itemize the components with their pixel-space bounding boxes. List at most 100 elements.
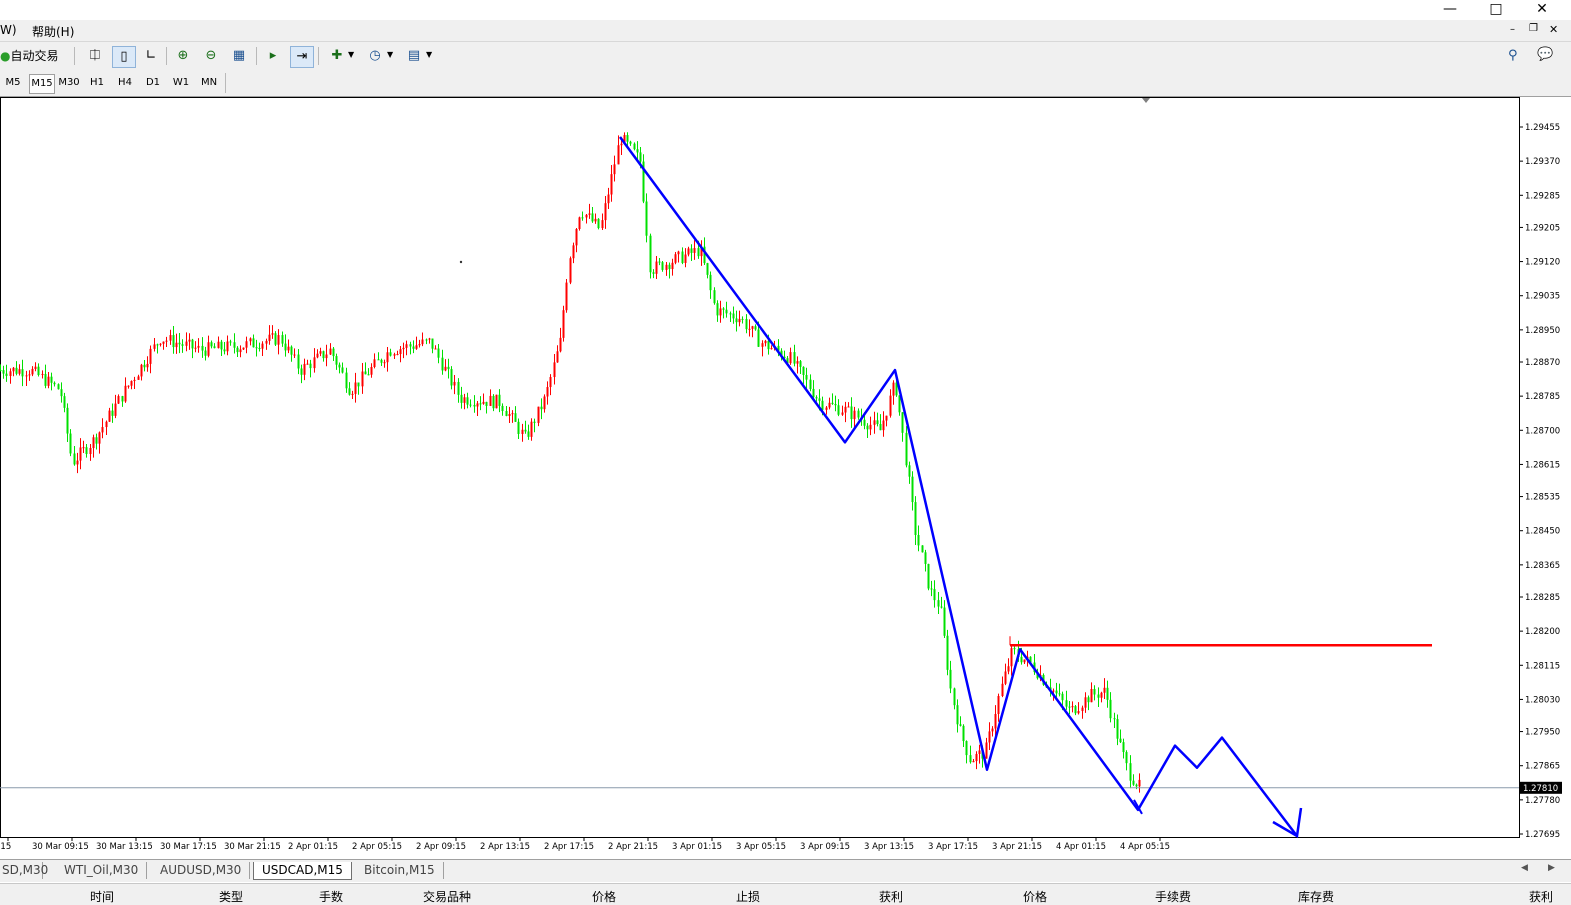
col-lots[interactable]: 手数 (319, 888, 343, 905)
chevron-down-icon[interactable]: ▼ (426, 50, 432, 59)
candle-body (636, 149, 639, 153)
col-take-profit[interactable]: 获利 (879, 888, 903, 905)
search-icon[interactable]: ⚲ (1508, 48, 1518, 63)
candle-body (953, 688, 956, 706)
candle-body (677, 251, 680, 255)
tab-bitcoin-m15[interactable]: Bitcoin,M15 (356, 862, 444, 879)
candle-body (722, 308, 725, 310)
candle-body (1090, 689, 1093, 703)
col-symbol[interactable]: 交易品种 (423, 888, 471, 905)
col-type[interactable]: 类型 (219, 888, 243, 905)
candle-body (863, 419, 866, 426)
col-price[interactable]: 价格 (592, 888, 616, 905)
candle-body (25, 375, 28, 377)
close-button[interactable]: ✕ (1522, 0, 1562, 20)
candle-body (501, 405, 504, 411)
col-stop-loss[interactable]: 止损 (736, 888, 760, 905)
candle-body (245, 341, 248, 348)
child-close-icon[interactable]: ✕ (1549, 23, 1558, 36)
maximize-button[interactable]: □ (1476, 0, 1516, 20)
x-tick-label: 2 Apr 13:15 (480, 842, 530, 852)
tab-sd-m30[interactable]: SD,M30 (0, 862, 48, 879)
candle-body (917, 534, 920, 546)
candle-body (418, 344, 421, 346)
candle-body (844, 406, 847, 413)
candle-body (585, 214, 588, 218)
candle-body (796, 361, 799, 364)
menu-item-help[interactable]: 帮助(H) (32, 23, 74, 40)
menu-item-window[interactable]: W) (0, 23, 17, 37)
tf-m30[interactable]: M30 (56, 74, 82, 92)
tf-h4[interactable]: H4 (112, 74, 138, 92)
y-tick-label: 1.29370 (1525, 157, 1560, 167)
candle-body (937, 600, 940, 607)
candle-body (293, 354, 296, 356)
candle-body (572, 245, 575, 259)
chart-canvas[interactable]: 1.29455 1.29370 1.29285 1.29205 1.29120 1.290… (0, 97, 1571, 859)
tf-m15[interactable]: M15 (29, 74, 55, 94)
chevron-down-icon[interactable]: ▼ (348, 50, 354, 59)
candle-body (133, 379, 136, 382)
candle-body (402, 347, 405, 350)
periods-clock-icon[interactable]: ◷ (364, 46, 386, 66)
tf-mn[interactable]: MN (196, 74, 222, 92)
zoom-in-icon[interactable]: ⊕ (172, 46, 194, 66)
autotrade-button[interactable]: ●自动交易 (0, 46, 70, 66)
candle-body (149, 348, 152, 364)
price-chart[interactable]: 1.29455 1.29370 1.29285 1.29205 1.29120 1.290… (0, 97, 1571, 859)
col-profit[interactable]: 获利 (1529, 888, 1553, 905)
candlestick-chart-icon[interactable]: ▯ (112, 46, 136, 68)
zoom-out-icon[interactable]: ⊖ (200, 46, 222, 66)
col-time[interactable]: 时间 (90, 888, 114, 905)
current-price-label: 1.27810 (1523, 784, 1558, 794)
x-tick-label: 2 Apr 09:15 (416, 842, 466, 852)
minimize-button[interactable]: — (1430, 0, 1470, 20)
tf-m5[interactable]: M5 (0, 74, 26, 92)
tab-wti-oil-m30[interactable]: WTI_Oil,M30 (56, 862, 148, 879)
tab-audusd-m30[interactable]: AUDUSD,M30 (152, 862, 251, 879)
candle-body (185, 341, 188, 346)
chevron-down-icon[interactable]: ▼ (387, 50, 393, 59)
tf-h1[interactable]: H1 (84, 74, 110, 92)
y-tick-label: 1.28950 (1525, 326, 1560, 336)
line-chart-icon[interactable]: ∟ (140, 46, 162, 66)
templates-icon[interactable]: ▤ (403, 46, 425, 66)
candle-body (1135, 784, 1138, 787)
candle-body (793, 352, 796, 364)
y-tick-label: 1.27865 (1525, 762, 1560, 772)
col-swap[interactable]: 库存费 (1298, 888, 1334, 905)
tf-w1[interactable]: W1 (168, 74, 194, 92)
tab-scroll-right-icon[interactable]: ▶ (1548, 863, 1555, 873)
child-restore-icon[interactable]: ❐ (1529, 23, 1538, 34)
candle-body (159, 343, 162, 345)
tab-usdcad-m15[interactable]: USDCAD,M15 (253, 862, 352, 880)
col-current-price[interactable]: 价格 (1023, 888, 1047, 905)
candle-body (591, 213, 594, 222)
candle-body (485, 401, 488, 406)
child-minimize-icon[interactable]: – (1510, 24, 1515, 35)
chart-shift-icon[interactable]: ▸ (262, 46, 284, 66)
candle-body (1100, 692, 1103, 698)
candle-body (367, 374, 370, 376)
autoscroll-icon[interactable]: ⇥ (290, 46, 314, 68)
candle-body (607, 194, 610, 204)
candle-body (92, 437, 95, 448)
candle-body (956, 705, 959, 725)
candle-body (370, 366, 373, 375)
candle-body (1068, 706, 1071, 708)
col-commission[interactable]: 手续费 (1155, 888, 1191, 905)
candle-body (73, 453, 76, 465)
x-tick-label: 3 Apr 17:15 (928, 842, 978, 852)
candle-body (329, 348, 332, 355)
candle-body (959, 724, 962, 726)
candle-body (217, 341, 220, 349)
candle-body (601, 220, 604, 229)
tile-windows-icon[interactable]: ▦ (228, 46, 250, 66)
chat-icon[interactable]: 💬 (1537, 47, 1553, 62)
tf-d1[interactable]: D1 (140, 74, 166, 92)
candle-body (229, 341, 232, 343)
bar-chart-icon[interactable]: ⎅ (84, 46, 106, 66)
indicators-icon[interactable]: ✚ (326, 46, 348, 66)
tab-scroll-left-icon[interactable]: ◀ (1521, 863, 1528, 873)
y-tick-label: 1.28030 (1525, 695, 1560, 705)
